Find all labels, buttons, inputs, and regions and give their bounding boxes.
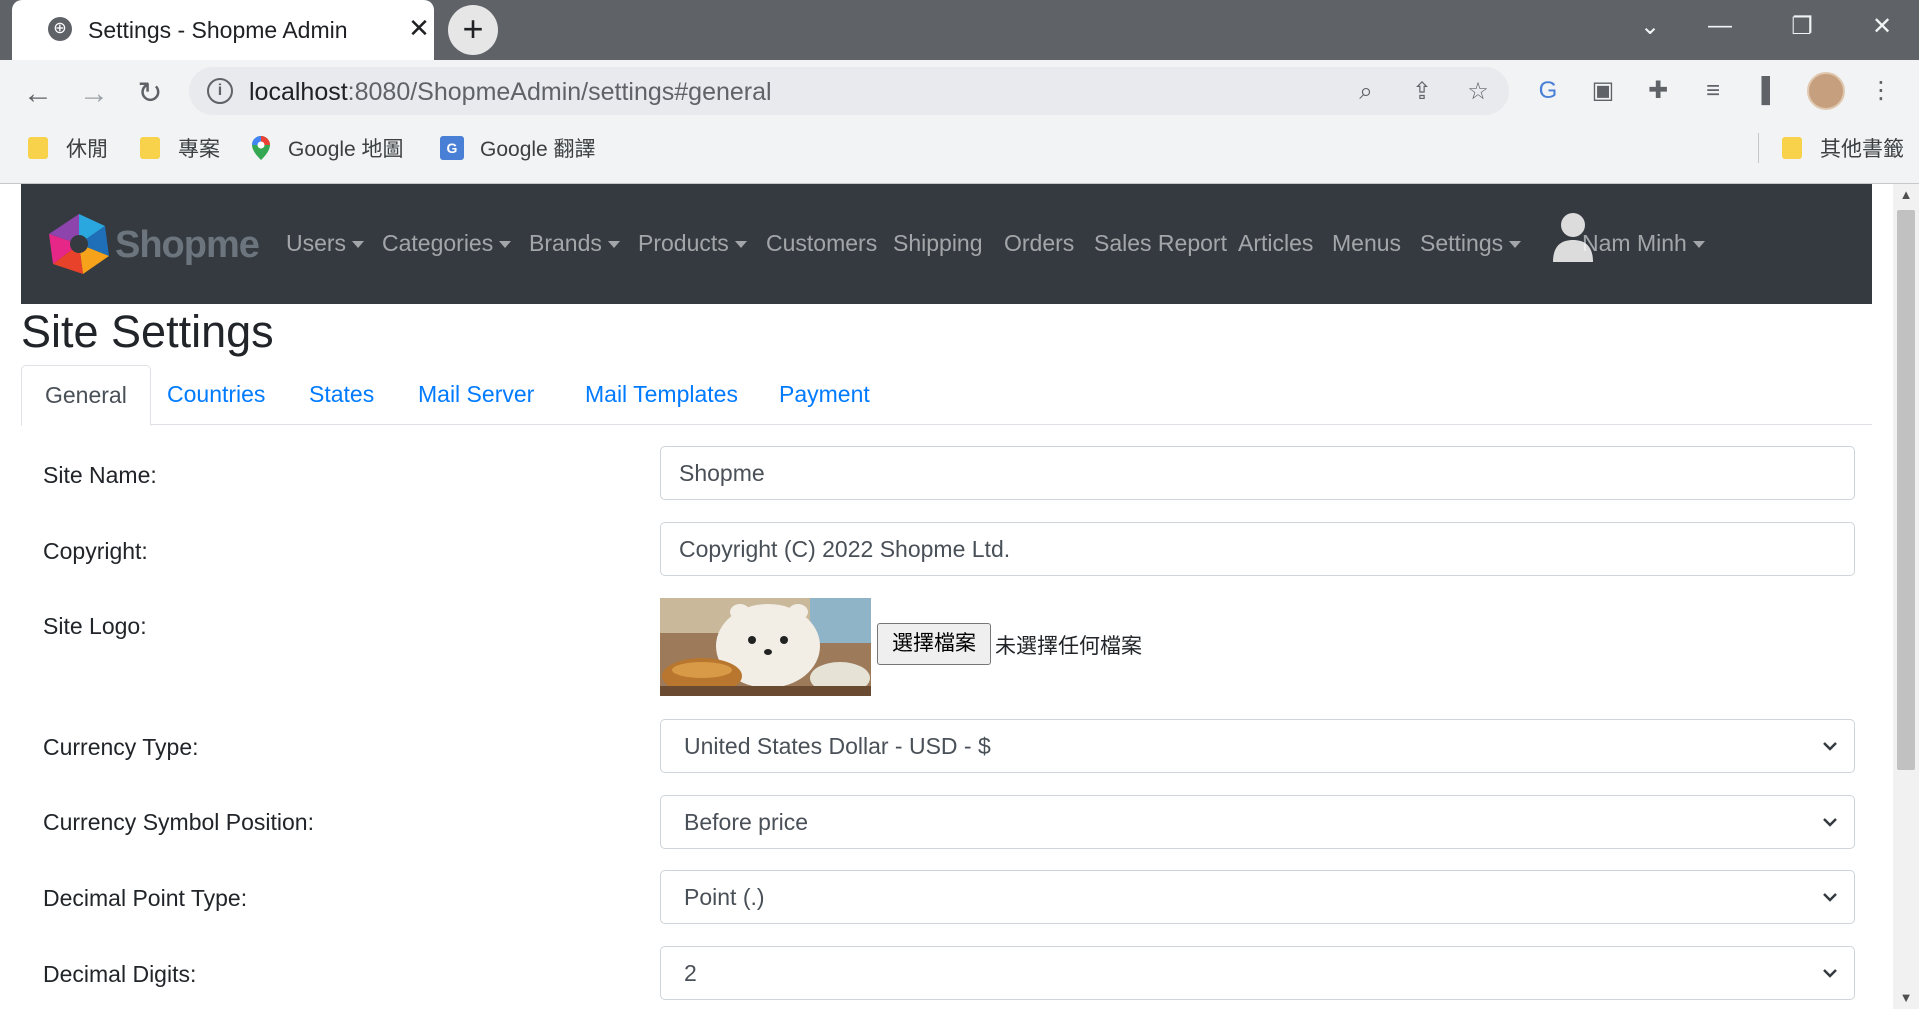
chevron-down-icon	[1823, 893, 1837, 902]
tab-mail-server[interactable]: Mail Server	[395, 365, 557, 425]
nav-products[interactable]: Products	[638, 230, 747, 257]
nav-articles[interactable]: Articles	[1238, 230, 1313, 257]
brand-name[interactable]: Shopme	[115, 224, 260, 267]
reload-icon[interactable]: ↻	[130, 74, 170, 114]
settings-tabs: General Countries States Mail Server Mai…	[21, 365, 1872, 426]
folder-icon	[1782, 137, 1802, 159]
decimal-digits-label: Decimal Digits:	[43, 961, 197, 987]
nav-menus[interactable]: Menus	[1332, 230, 1401, 257]
share-icon[interactable]: ⇪	[1405, 75, 1439, 109]
folder-icon	[28, 137, 48, 159]
scroll-down-icon[interactable]: ▼	[1893, 987, 1919, 1009]
dropdown-caret-icon	[1692, 241, 1705, 249]
close-window-icon[interactable]: ✕	[1862, 12, 1902, 41]
dropdown-caret-icon	[607, 241, 620, 249]
copyright-input[interactable]	[660, 522, 1855, 576]
app-navbar: Shopme Users Categories Brands Products …	[21, 184, 1872, 304]
other-bookmarks[interactable]: 其他書籤	[1782, 133, 1904, 163]
nav-brands[interactable]: Brands	[529, 230, 620, 257]
tab-general[interactable]: General	[21, 365, 151, 426]
scroll-up-icon[interactable]: ▲	[1893, 184, 1919, 206]
nav-orders[interactable]: Orders	[1004, 230, 1074, 257]
currency-type-select[interactable]: United States Dollar - USD - $	[660, 719, 1855, 773]
bookmark-item[interactable]: Google 地圖	[252, 133, 404, 163]
more-menu-icon[interactable]: ⋮	[1863, 73, 1899, 109]
bookmark-star-icon[interactable]: ☆	[1461, 75, 1495, 109]
choose-file-button[interactable]: 選擇檔案	[877, 623, 991, 665]
folder-icon	[140, 137, 160, 159]
page-content: Shopme Users Categories Brands Products …	[0, 184, 1892, 1009]
file-status-text: 未選擇任何檔案	[995, 635, 1142, 658]
tab-payment[interactable]: Payment	[756, 365, 893, 425]
dropdown-caret-icon	[1509, 241, 1522, 249]
tab-states[interactable]: States	[286, 365, 397, 425]
new-tab-button[interactable]: +	[448, 5, 498, 55]
url-text[interactable]: localhost:8080/ShopmeAdmin/settings#gene…	[249, 78, 772, 107]
site-info-icon[interactable]: i	[207, 78, 233, 104]
nav-customers[interactable]: Customers	[766, 230, 877, 257]
line-extension-icon[interactable]: ▣	[1585, 73, 1621, 109]
side-panel-icon[interactable]: ▌	[1752, 73, 1788, 109]
google-maps-icon	[252, 136, 270, 160]
site-name-input[interactable]	[660, 446, 1855, 500]
chevron-down-icon	[1823, 818, 1837, 827]
close-tab-icon[interactable]: ✕	[404, 13, 434, 44]
tab-search-icon[interactable]: ⌄	[1630, 12, 1670, 41]
site-logo-label: Site Logo:	[43, 613, 147, 639]
zoom-icon[interactable]: ⌕	[1349, 75, 1383, 109]
nav-sales-report[interactable]: Sales Report	[1094, 230, 1227, 257]
logo-preview-image	[660, 598, 871, 696]
globe-icon: ⊕	[48, 17, 72, 41]
decimal-point-select[interactable]: Point (.)	[660, 870, 1855, 924]
currency-type-label: Currency Type:	[43, 734, 199, 760]
media-queue-icon[interactable]: ≡	[1695, 73, 1731, 109]
browser-tabstrip: ⊕ Settings - Shopme Admin ✕ + ⌄ — ❐ ✕	[0, 0, 1919, 60]
copyright-label: Copyright:	[43, 538, 148, 564]
dropdown-caret-icon	[499, 241, 512, 249]
nav-user-menu[interactable]: Nam Minh	[1582, 230, 1705, 257]
shopme-logo-icon[interactable]	[43, 208, 115, 280]
nav-settings[interactable]: Settings	[1420, 230, 1522, 257]
restore-icon[interactable]: ❐	[1782, 12, 1822, 41]
page-scrollbar[interactable]: ▲ ▼	[1893, 184, 1919, 1009]
bookmark-item[interactable]: 專案	[140, 133, 220, 163]
bookmark-item[interactable]: G Google 翻譯	[440, 133, 596, 163]
profile-avatar[interactable]	[1807, 72, 1845, 110]
chevron-down-icon	[1823, 969, 1837, 978]
dropdown-caret-icon	[352, 241, 365, 249]
google-translate-extension-icon[interactable]: G	[1530, 73, 1566, 109]
decimal-point-label: Decimal Point Type:	[43, 885, 248, 911]
back-icon[interactable]: ←	[18, 74, 58, 114]
nav-users[interactable]: Users	[286, 230, 365, 257]
symbol-position-select[interactable]: Before price	[660, 795, 1855, 849]
page-title: Site Settings	[21, 306, 274, 357]
minimize-icon[interactable]: —	[1700, 12, 1740, 40]
site-logo-preview	[660, 598, 871, 696]
dropdown-caret-icon	[734, 241, 747, 249]
extensions-puzzle-icon[interactable]: ✚	[1640, 73, 1676, 109]
chevron-down-icon	[1823, 742, 1837, 751]
browser-tab[interactable]: ⊕ Settings - Shopme Admin ✕	[12, 0, 434, 60]
bookmark-item[interactable]: 休閒	[28, 133, 108, 163]
nav-categories[interactable]: Categories	[382, 230, 512, 257]
tab-title: Settings - Shopme Admin	[88, 17, 348, 43]
address-bar[interactable]: i localhost:8080/ShopmeAdmin/settings#ge…	[189, 67, 1509, 115]
nav-shipping[interactable]: Shipping	[893, 230, 983, 257]
symbol-position-label: Currency Symbol Position:	[43, 809, 314, 835]
forward-icon[interactable]: →	[74, 74, 114, 114]
scrollbar-thumb[interactable]	[1897, 210, 1915, 770]
decimal-digits-select[interactable]: 2	[660, 946, 1855, 1000]
tab-countries[interactable]: Countries	[144, 365, 288, 425]
bookmark-divider	[1758, 133, 1759, 163]
google-translate-icon: G	[440, 136, 464, 160]
tab-mail-templates[interactable]: Mail Templates	[562, 365, 761, 425]
site-name-label: Site Name:	[43, 462, 157, 488]
